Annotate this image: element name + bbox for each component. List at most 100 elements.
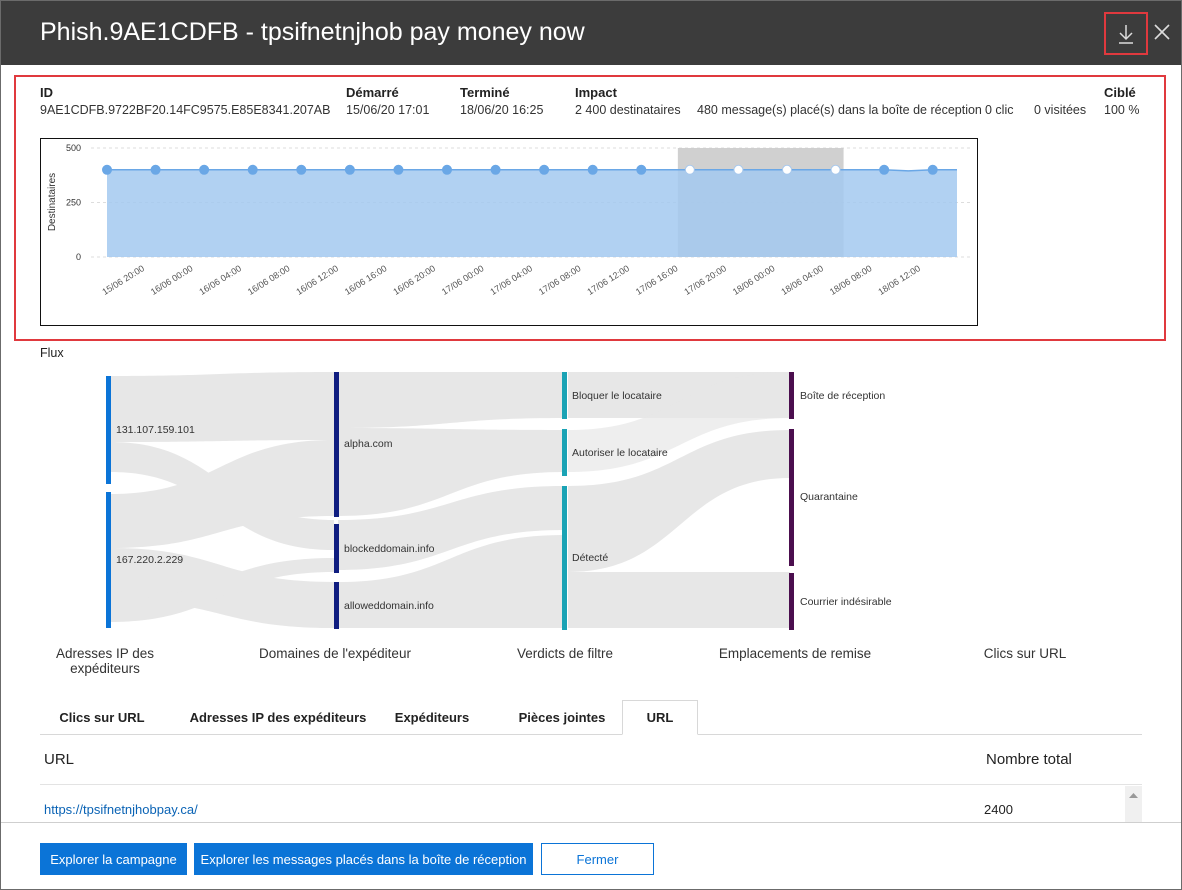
x-tick-label: 16/06 12:00 [294,263,340,297]
flow-node-bar[interactable] [562,372,567,419]
node-label-ip2: 167.220.2.229 [116,554,183,566]
tab-url[interactable]: URL [622,700,698,735]
chart-data-point[interactable] [587,164,598,175]
impact-label: Impact [575,85,617,100]
y-axis-label: Destinataires [47,173,58,231]
x-tick-label: 17/06 04:00 [488,263,534,297]
flow-node-bar[interactable] [789,372,794,419]
y-tick-label: 0 [76,252,81,262]
impact-clicks: 0 clic [985,103,1014,117]
x-tick-label: 15/06 20:00 [100,263,146,297]
flow-node-bar[interactable] [789,429,794,566]
chart-data-point[interactable] [393,164,404,175]
flow-column-title: Verdicts de filtre [516,646,614,661]
download-icon [1119,24,1133,44]
x-tick-label: 18/06 04:00 [779,263,825,297]
node-label-inbox: Boîte de réception [800,390,885,402]
tab-url-clicks[interactable]: Clics sur URL [52,700,152,735]
id-value: 9AE1CDFB.9722BF20.14FC9575.E85E8341.207A… [40,103,331,117]
x-tick-label: 16/06 00:00 [149,263,195,297]
download-button[interactable] [1104,12,1148,55]
explore-campaign-button[interactable]: Explorer la campagne [40,843,187,875]
explore-inbox-messages-button[interactable]: Explorer les messages placés dans la boî… [194,843,533,875]
chart-data-point[interactable] [247,164,258,175]
node-label-detected: Détecté [572,552,608,564]
flow-link [568,572,790,628]
flow-sankey: 131.107.159.101 167.220.2.229 alpha.com … [106,372,892,630]
flow-node-bar[interactable] [789,573,794,630]
x-tick-label: 16/06 04:00 [197,263,243,297]
x-tick-label: 17/06 00:00 [440,263,486,297]
x-tick-label: 17/06 08:00 [537,263,583,297]
y-tick-label: 250 [66,198,81,208]
recipients-chart-svg: 500 250 0 15/06 20:00 16/06 00:00 16/06 04:0… [47,143,971,297]
close-button[interactable]: Fermer [541,843,654,875]
flow-column-title: Emplacements de remise [718,646,872,661]
flow-node-bar[interactable] [562,486,567,630]
x-tick-label: 17/06 12:00 [585,263,631,297]
chart-data-point[interactable] [636,164,647,175]
chart-data-point[interactable] [102,164,112,175]
column-header-total[interactable]: Nombre total [986,751,1072,768]
flow-node-bar[interactable] [106,376,111,484]
tab-senders[interactable]: Expéditeurs [392,700,472,735]
chart-data-point[interactable] [830,164,841,175]
x-tick-label: 17/06 16:00 [634,263,680,297]
node-label-allowed: alloweddomain.info [344,600,434,612]
x-tick-label: 18/06 12:00 [876,263,922,297]
chart-area-series [107,169,957,257]
close-dialog-button[interactable] [1150,20,1174,44]
impact-visits: 0 visitées [1034,103,1087,117]
flow-node-bar[interactable] [334,582,339,629]
flow-column-title: Domaines de l'expéditeur [259,646,411,661]
started-label: Démarré [346,85,399,100]
chart-data-point[interactable] [490,164,501,175]
targeted-label: Ciblé [1104,85,1136,100]
id-label: ID [40,85,53,100]
chart-data-point[interactable] [150,164,161,175]
started-value: 15/06/20 17:01 [346,103,430,117]
x-tick-label: 16/06 16:00 [343,263,389,297]
flow-label: Flux [40,346,64,360]
x-tick-label: 18/06 08:00 [828,263,874,297]
recipients-chart: 500 250 0 15/06 20:00 16/06 00:00 16/06 04:0… [40,138,978,326]
node-label-junk: Courrier indésirable [800,596,892,608]
node-label-block-tenant: Bloquer le locataire [572,390,662,402]
flow-node-bar[interactable] [562,429,567,476]
ended-value: 18/06/20 16:25 [460,103,544,117]
tab-attachments[interactable]: Pièces jointes [512,700,612,735]
y-tick-label: 500 [66,143,81,153]
chart-data-point[interactable] [927,164,938,175]
close-icon [1154,24,1170,40]
impact-recipients: 2 400 destinataires [575,103,681,117]
chart-data-point[interactable] [879,164,890,175]
table-row-url-link[interactable]: https://tpsifnetnjhobpay.ca/ [44,802,198,817]
flow-column-title: Clics sur URL [983,646,1067,661]
chart-data-point[interactable] [442,164,452,175]
x-tick-label: 18/06 00:00 [731,263,777,297]
scroll-up-icon[interactable] [1125,786,1142,806]
x-tick-label: 16/06 20:00 [391,263,437,297]
impact-inbox: 480 message(s) placé(s) dans la boîte de… [697,103,982,117]
flow-node-bar[interactable] [334,524,339,573]
chart-data-point[interactable] [344,164,355,175]
chart-data-point[interactable] [296,164,307,175]
chart-data-point[interactable] [539,164,550,175]
node-label-alpha: alpha.com [344,438,393,450]
targeted-value: 100 % [1104,103,1140,117]
flow-node-bar[interactable] [106,492,111,628]
chart-data-point[interactable] [782,164,792,175]
details-tabs: Clics sur URL Adresses IP des expéditeur… [40,700,1142,735]
x-tick-label: 16/06 08:00 [246,263,292,297]
chart-data-point[interactable] [733,164,744,175]
table-scrollbar[interactable] [1125,786,1142,822]
flow-node-bar[interactable] [334,372,339,517]
node-label-ip1: 131.107.159.101 [116,424,195,436]
node-label-blocked: blockeddomain.info [344,543,435,555]
chart-data-point[interactable] [684,164,695,175]
table-row-total: 2400 [984,802,1013,817]
column-header-url[interactable]: URL [44,751,74,768]
chart-data-point[interactable] [199,164,210,175]
flow-links [110,372,790,628]
tab-sender-ips[interactable]: Adresses IP des expéditeurs [188,700,368,735]
